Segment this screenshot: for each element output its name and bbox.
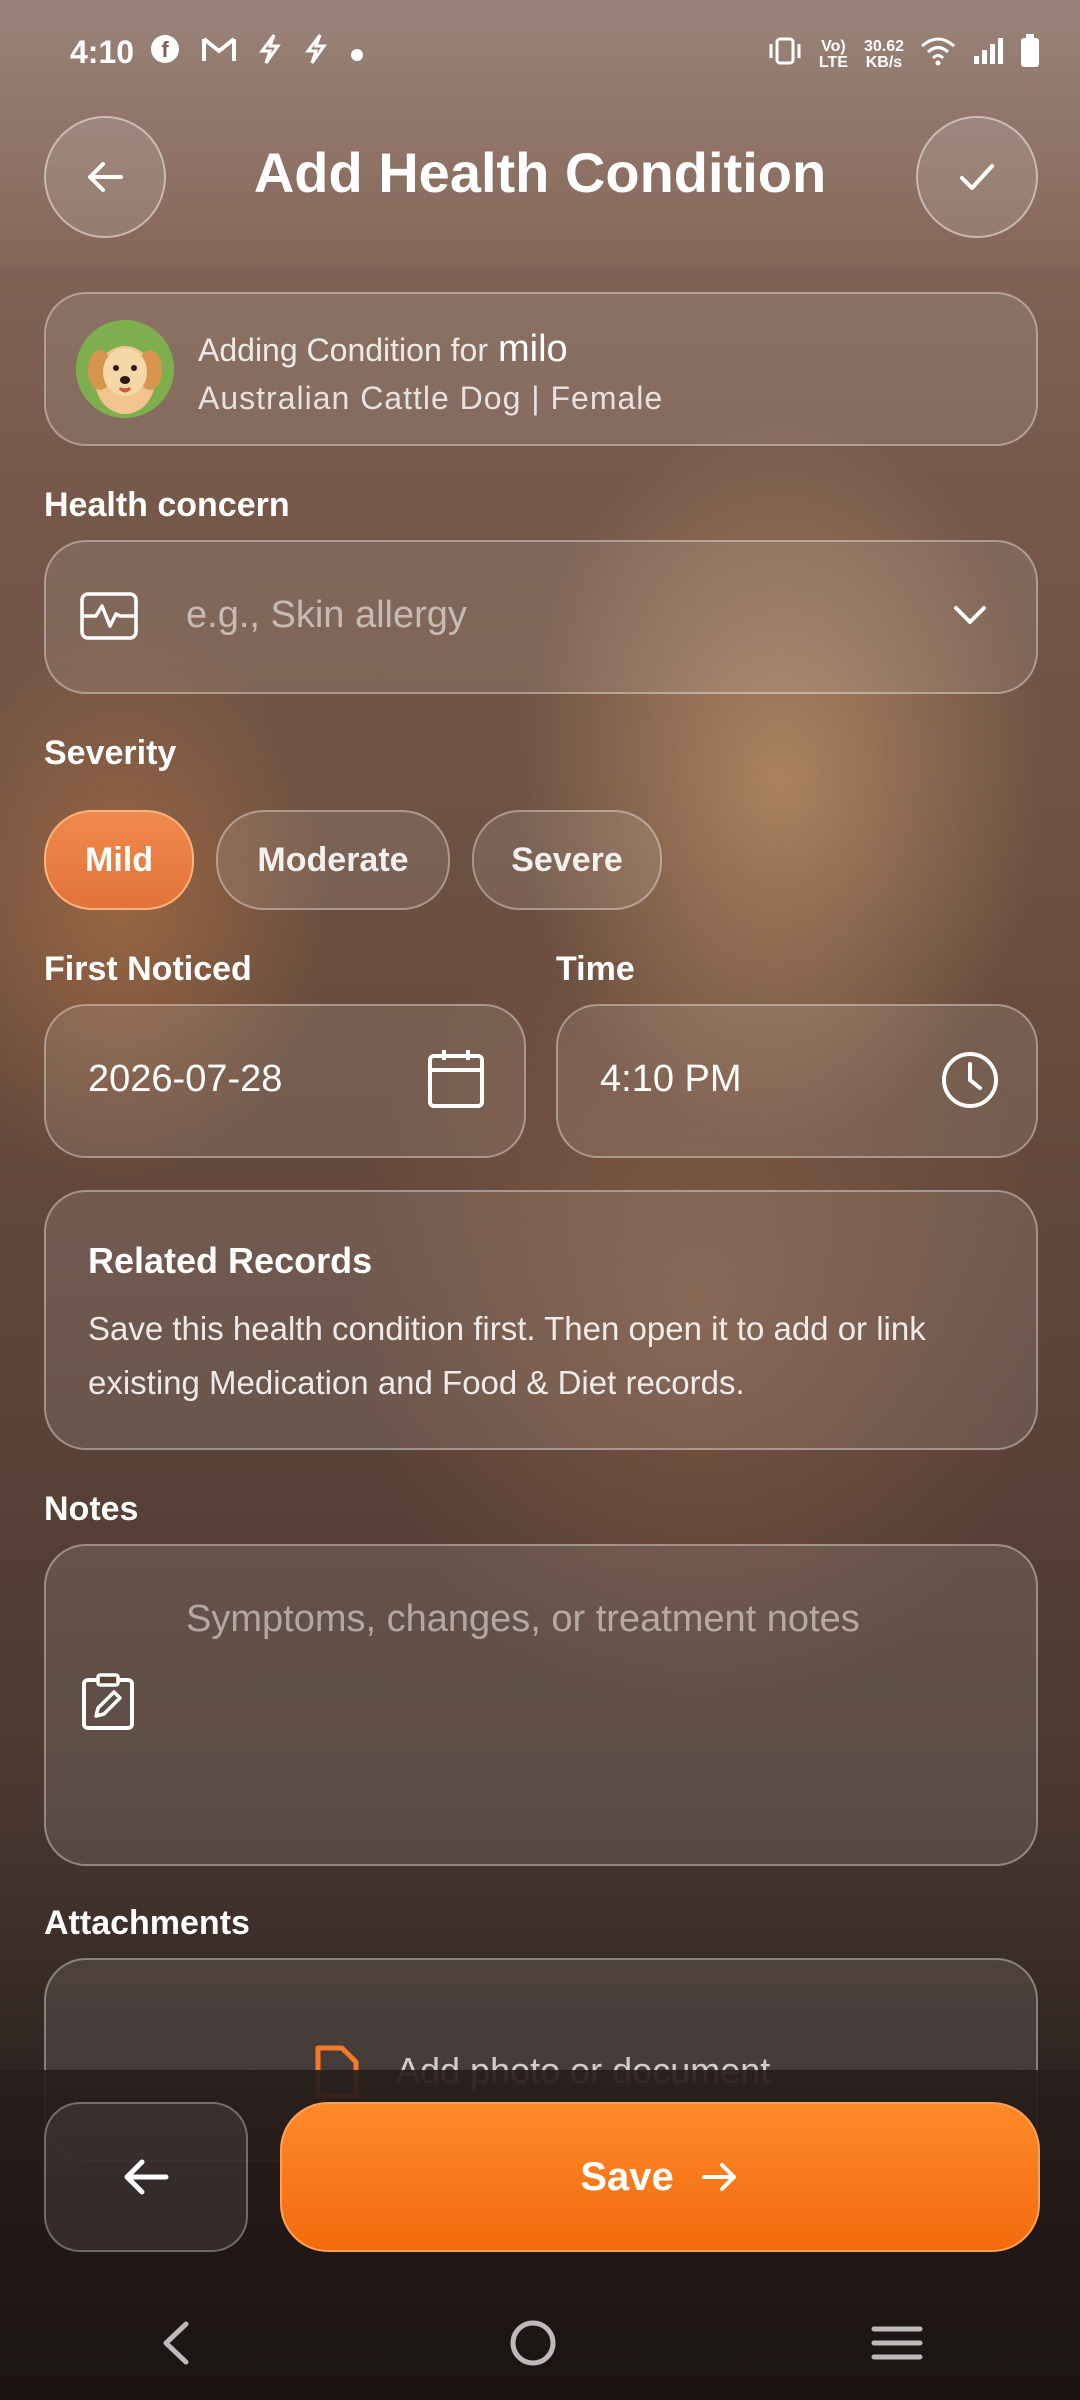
pet-details: Australian Cattle Dog | Female [198, 380, 664, 416]
battery-icon [1020, 34, 1040, 75]
page-title: Add Health Condition [253, 141, 827, 204]
lte-top: Vo) [821, 37, 846, 55]
severity-chip-mild[interactable]: Mild [44, 810, 194, 910]
health-pulse-icon [80, 592, 138, 645]
check-icon [960, 164, 994, 190]
puppy-image [76, 320, 174, 418]
arrow-left-icon [124, 2159, 169, 2195]
facebook-icon: f [150, 34, 180, 72]
bottom-back-button[interactable] [44, 2102, 248, 2252]
clipboard-edit-icon [80, 1672, 138, 1737]
health-concern-placeholder: e.g., Skin allergy [186, 594, 467, 636]
clock-icon[interactable] [940, 1050, 1000, 1115]
vibrate-icon [767, 36, 803, 73]
net-speed-unit: KB/s [865, 53, 903, 71]
calendar-icon[interactable] [426, 1048, 486, 1115]
time-value: 4:10 PM [600, 1058, 742, 1100]
notes-label: Notes [44, 1490, 139, 1528]
system-navigation-bar [0, 2290, 1080, 2400]
status-time: 4:10 [70, 34, 135, 70]
arrow-left-icon [88, 162, 123, 192]
lte-indicator: Vo) LTE [818, 37, 848, 71]
notes-placeholder: Symptoms, changes, or treatment notes [186, 1598, 860, 1640]
save-label: Save [580, 2154, 674, 2199]
health-concern-label: Health concern [44, 486, 290, 524]
first-noticed-label: First Noticed [44, 950, 252, 988]
confirm-button[interactable] [916, 116, 1038, 238]
pet-header-line: Adding Condition for milo [198, 328, 568, 371]
chevron-down-icon [950, 600, 990, 635]
time-label: Time [556, 950, 635, 988]
status-bar: 4:10 f Vo) LTE 30.62 KB/s [0, 0, 1080, 110]
nav-menu-icon[interactable] [870, 2321, 924, 2370]
arrow-right-icon [701, 2163, 736, 2191]
pet-name: milo [497, 328, 568, 370]
related-records-text: Save this health condition first. Then o… [88, 1310, 926, 1401]
svg-text:f: f [161, 37, 169, 62]
lightning-icon [258, 34, 282, 72]
pet-prefix: Adding Condition for [198, 332, 488, 368]
pet-avatar [76, 320, 174, 418]
related-records-title: Related Records [88, 1240, 373, 1281]
notification-icons: f [150, 34, 364, 72]
severity-chip-severe[interactable]: Severe [472, 810, 662, 910]
dot-icon [350, 36, 364, 70]
nav-back-icon[interactable] [156, 2318, 196, 2373]
date-value: 2026-07-28 [88, 1058, 283, 1100]
system-icons: Vo) LTE 30.62 KB/s [767, 34, 1040, 75]
net-speed-value: 30.62 [863, 37, 904, 55]
gmail-icon [202, 35, 236, 71]
signal-icon [972, 36, 1004, 73]
net-speed: 30.62 KB/s [863, 37, 904, 71]
notes-textarea[interactable] [44, 1544, 1038, 1866]
back-button[interactable] [44, 116, 166, 238]
severity-chip-moderate[interactable]: Moderate [216, 810, 450, 910]
lte-bottom: LTE [818, 53, 848, 71]
nav-home-icon[interactable] [508, 2318, 558, 2373]
wifi-icon [920, 36, 956, 73]
attachments-label: Attachments [44, 1904, 250, 1942]
severity-label: Severity [44, 734, 177, 772]
save-button[interactable]: Save [280, 2102, 1040, 2252]
lightning-icon-2 [304, 34, 328, 72]
